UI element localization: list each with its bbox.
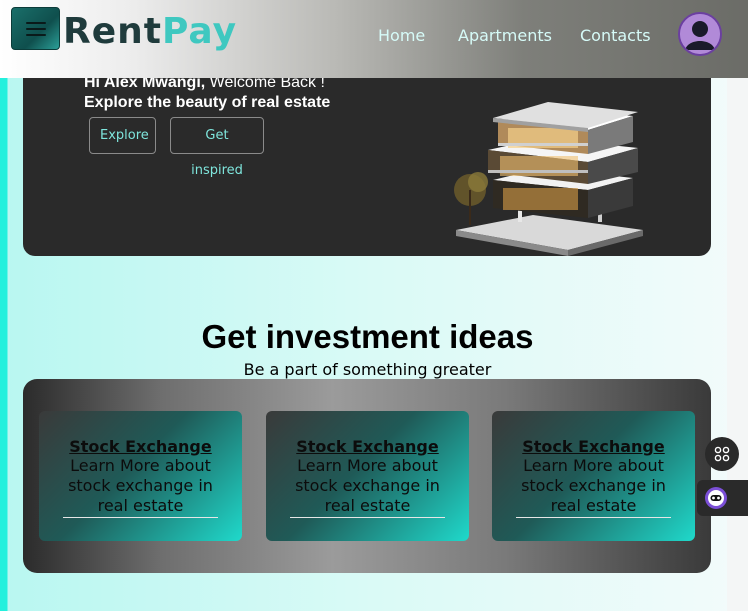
card-description: Learn More about stock exchange in real …	[521, 456, 666, 515]
investment-cards-container: Stock Exchange Learn More about stock ex…	[23, 379, 711, 573]
widget-grid-button[interactable]	[705, 437, 739, 471]
user-avatar-button[interactable]	[678, 12, 722, 56]
card-title[interactable]: Stock Exchange	[266, 437, 469, 456]
card-divider	[516, 517, 671, 518]
investment-card[interactable]: Stock Exchange Learn More about stock ex…	[492, 411, 695, 541]
card-title[interactable]: Stock Exchange	[492, 437, 695, 456]
hamburger-icon	[25, 21, 46, 24]
section-subtitle: Be a part of something greater	[243, 360, 492, 379]
explore-button[interactable]: Explore	[89, 117, 156, 154]
investment-card[interactable]: Stock Exchange Learn More about stock ex…	[39, 411, 242, 541]
card-title[interactable]: Stock Exchange	[39, 437, 242, 456]
card-divider	[290, 517, 445, 518]
hamburger-menu-button[interactable]	[11, 7, 60, 50]
brand-logo[interactable]: RentPay	[63, 11, 237, 52]
hero-tagline: Explore the beauty of real estate	[84, 94, 331, 111]
nav-link-home[interactable]: Home	[378, 26, 425, 45]
hero-banner: Hi Alex Mwangi, Welcome Back ! Explore t…	[23, 60, 711, 256]
bot-icon	[705, 487, 727, 509]
investment-card[interactable]: Stock Exchange Learn More about stock ex…	[266, 411, 469, 541]
nav-link-contacts[interactable]: Contacts	[580, 26, 651, 45]
brand-text-pay: Pay	[161, 11, 238, 52]
nav-link-apartments[interactable]: Apartments	[458, 26, 552, 45]
assistant-bot-button[interactable]	[697, 480, 748, 516]
card-description: Learn More about stock exchange in real …	[295, 456, 440, 515]
house-image	[454, 102, 643, 256]
top-navbar: RentPay Home Apartments Contacts	[0, 0, 748, 78]
user-avatar-icon	[680, 14, 720, 54]
card-divider	[63, 517, 218, 518]
get-inspired-button[interactable]: Get inspired	[170, 117, 264, 178]
card-description: Learn More about stock exchange in real …	[68, 456, 213, 515]
section-title: Get investment ideas	[201, 318, 534, 355]
brand-text-rent: Rent	[63, 11, 162, 52]
grid-icon	[714, 446, 730, 462]
